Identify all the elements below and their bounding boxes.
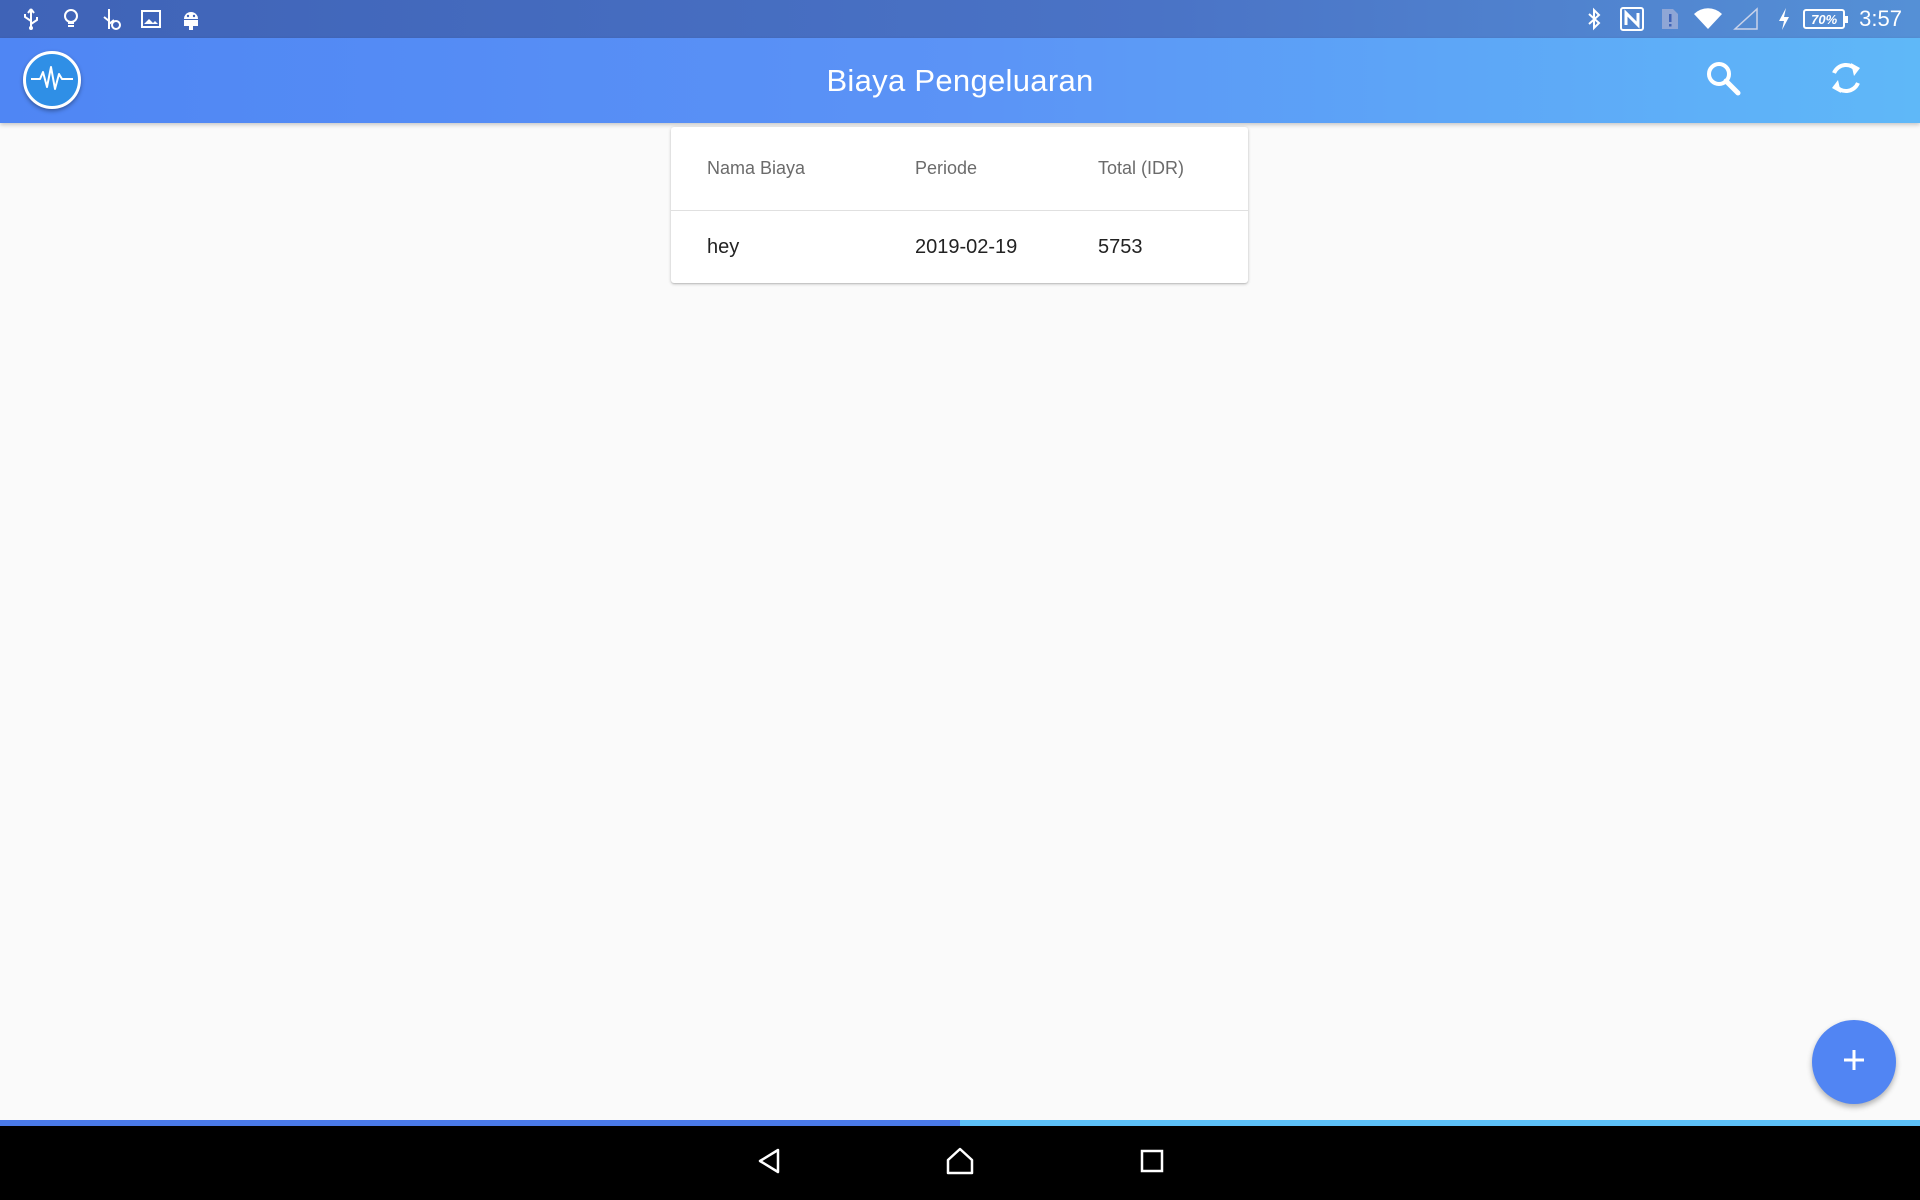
search-icon [1705, 60, 1741, 101]
lightbulb-icon [58, 6, 84, 32]
recent-apps-button[interactable] [1127, 1138, 1177, 1188]
cell-periode: 2019-02-19 [915, 235, 1018, 258]
status-right: 70% 3:57 [1571, 0, 1902, 38]
heartbeat-icon [29, 63, 75, 98]
back-icon [754, 1146, 784, 1181]
home-button[interactable] [935, 1138, 985, 1188]
bluetooth-icon [1579, 5, 1609, 33]
expense-table: Nama Biaya Periode Total (IDR) hey 2019-… [671, 127, 1248, 283]
status-time: 3:57 [1859, 6, 1902, 31]
home-icon [944, 1146, 976, 1181]
cell-total: 5753 [1098, 235, 1143, 258]
add-expense-button[interactable] [1812, 1020, 1896, 1104]
app-bar: Biaya Pengeluaran [0, 38, 1920, 123]
sync-icon [1827, 59, 1865, 102]
android-icon [178, 6, 204, 32]
cell-signal-icon [1731, 5, 1761, 33]
wifi-icon [1693, 5, 1723, 33]
image-icon [138, 6, 164, 32]
back-button[interactable] [744, 1138, 794, 1188]
usb-icon [18, 6, 44, 32]
table-header: Nama Biaya Periode Total (IDR) [671, 127, 1248, 211]
status-left [18, 0, 218, 38]
column-header-periode[interactable]: Periode [915, 158, 977, 179]
sync-button[interactable] [1822, 56, 1870, 104]
column-header-nama-biaya[interactable]: Nama Biaya [707, 158, 805, 179]
charging-icon [1769, 5, 1799, 33]
table-row[interactable]: hey 2019-02-19 5753 [671, 211, 1248, 283]
navigation-bar [0, 1126, 1920, 1200]
status-bar: 70% 3:57 [0, 0, 1920, 38]
recent-apps-icon [1138, 1147, 1166, 1180]
sim-alert-icon [1655, 5, 1685, 33]
page-title: Biaya Pengeluaran [826, 62, 1094, 98]
battery-indicator: 70% [1803, 9, 1849, 29]
plus-icon [1841, 1047, 1867, 1078]
search-button[interactable] [1699, 56, 1747, 104]
app-logo[interactable] [23, 51, 81, 109]
usb-debug-icon [98, 6, 124, 32]
nfc-icon [1617, 5, 1647, 33]
cell-nama-biaya: hey [707, 235, 740, 258]
column-header-total[interactable]: Total (IDR) [1098, 158, 1184, 179]
